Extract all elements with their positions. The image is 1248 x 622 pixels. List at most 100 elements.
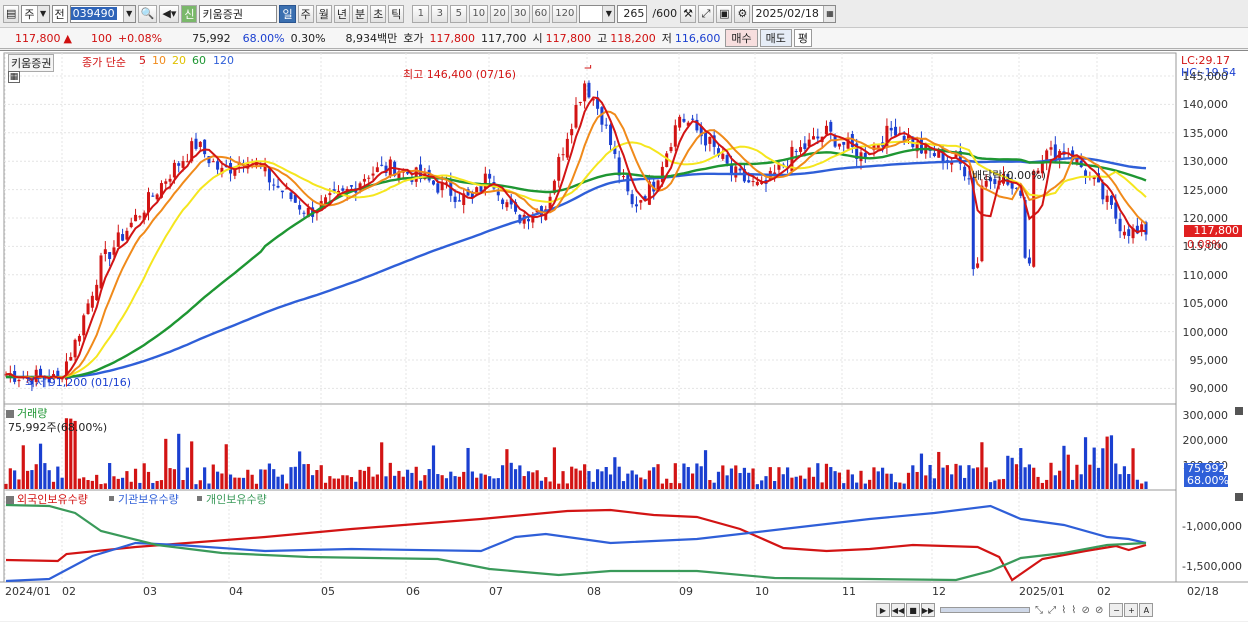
- grid-toggle-icon[interactable]: ▦: [8, 71, 20, 83]
- volume-bar: [146, 471, 151, 489]
- volume-bar: [233, 477, 237, 489]
- volume-bar: [902, 483, 906, 489]
- volume-bar: [678, 483, 682, 489]
- gear-icon[interactable]: ⚙: [734, 4, 751, 23]
- volume-bar: [963, 477, 967, 489]
- candle-body: [164, 181, 168, 184]
- interval-3[interactable]: 3: [431, 4, 449, 23]
- forward-icon[interactable]: ▶▶: [921, 603, 935, 617]
- tab-minute[interactable]: 분: [351, 4, 369, 23]
- speaker-icon[interactable]: ◀▾: [159, 4, 180, 23]
- volume-bar: [781, 474, 785, 489]
- holdings-panel-close-icon[interactable]: [1235, 493, 1243, 501]
- interval-combo[interactable]: ▼: [579, 4, 616, 23]
- market-combo-value: 주: [24, 7, 35, 21]
- interval-10[interactable]: 10: [469, 4, 489, 23]
- candle-body: [824, 125, 828, 135]
- market-combo[interactable]: 주 ▼: [21, 4, 50, 23]
- interval-60[interactable]: 60: [531, 4, 551, 23]
- price-axis-tick: 105,000: [1182, 297, 1229, 311]
- candle-body: [77, 335, 81, 342]
- tab-month[interactable]: 월: [315, 4, 332, 23]
- tab-week[interactable]: 주: [297, 4, 314, 23]
- candle-body: [527, 219, 530, 222]
- scroll-track[interactable]: [940, 607, 1030, 613]
- volume-bar: [470, 471, 474, 489]
- volume-bar: [1014, 464, 1019, 489]
- save-icon[interactable]: ▣: [716, 4, 733, 23]
- volume-bar: [198, 480, 202, 489]
- zoom-out-icon[interactable]: −: [1109, 603, 1124, 617]
- tools-icon[interactable]: ⚒: [680, 4, 697, 23]
- tab-year[interactable]: 년: [333, 4, 350, 23]
- volume-bar: [138, 482, 142, 489]
- prev-combo[interactable]: 전: [51, 4, 68, 23]
- volume-bar: [13, 470, 17, 489]
- zoom-in-icon[interactable]: +: [1124, 603, 1139, 617]
- volume-panel-icon[interactable]: [6, 410, 14, 418]
- price-axis-tick: 145,000: [1182, 70, 1229, 83]
- volume-bar: [388, 462, 392, 489]
- font-size-icon[interactable]: A: [1139, 603, 1154, 617]
- tab-second[interactable]: 초: [370, 4, 387, 23]
- volume-bar: [846, 469, 850, 489]
- crosshair-icon[interactable]: ⤢: [698, 4, 715, 23]
- volume-bar: [1058, 470, 1062, 489]
- individual-holdings-legend: 개인보유수량: [206, 493, 267, 506]
- drawing-tools-icon[interactable]: ⤡ ⤢ ⌇ ⌇ ⊘ ⊘: [1035, 605, 1104, 616]
- holdings-panel-icon[interactable]: [6, 496, 14, 504]
- interval-5[interactable]: 5: [450, 4, 468, 23]
- candle-body: [1032, 170, 1036, 267]
- stop-icon[interactable]: ■: [906, 603, 920, 617]
- volume-bar: [120, 477, 125, 489]
- candle-body: [272, 184, 276, 186]
- calendar-icon[interactable]: ▦: [823, 5, 836, 22]
- candle-body: [639, 200, 643, 203]
- tab-tick[interactable]: 틱: [388, 4, 405, 23]
- volume-panel-close-icon[interactable]: [1235, 407, 1243, 415]
- volume-bar: [1070, 479, 1075, 489]
- candle-body: [557, 157, 561, 181]
- sell-button[interactable]: 매도: [759, 29, 792, 47]
- volume-bar: [267, 463, 272, 489]
- candle-body: [812, 136, 815, 140]
- volume-bar: [310, 475, 315, 489]
- interval-1[interactable]: 1: [412, 4, 430, 23]
- search-icon[interactable]: 🔍: [137, 4, 158, 23]
- candle-body: [604, 124, 608, 126]
- interval-120[interactable]: 120: [552, 4, 578, 23]
- volume-bar: [673, 463, 677, 489]
- volume-bar: [665, 478, 669, 489]
- eval-button[interactable]: 평: [793, 29, 813, 47]
- chart-canvas[interactable]: [0, 51, 1248, 622]
- candle-body: [794, 151, 798, 153]
- stock-name-field[interactable]: 키움증권: [199, 4, 278, 23]
- volume-bar: [423, 475, 427, 489]
- candle-body: [583, 83, 587, 102]
- interval-30[interactable]: 30: [510, 4, 530, 23]
- volume-bar: [768, 467, 772, 489]
- count-input[interactable]: 265: [617, 4, 648, 23]
- candle-body: [436, 183, 440, 193]
- volume-bar: [17, 479, 21, 489]
- candle-body: [587, 82, 591, 98]
- volume-bar: [56, 466, 60, 489]
- date-input[interactable]: 2025/02/18 ▦: [752, 4, 837, 23]
- volume-bar: [816, 463, 820, 489]
- stock-code-input[interactable]: 039490 ▼: [69, 4, 136, 23]
- volume-bar: [872, 467, 876, 489]
- rewind-icon[interactable]: ◀◀: [891, 603, 905, 617]
- buy-button[interactable]: 매수: [725, 29, 758, 47]
- chart-area[interactable]: 키움증권 종가 단순 5 10 20 60 120 ▦ LC:29.17 HC:…: [0, 50, 1248, 621]
- volume-bar: [332, 478, 336, 489]
- volume-bar: [362, 470, 367, 489]
- volume-bar: [1088, 464, 1092, 489]
- tab-day[interactable]: 일: [279, 4, 296, 23]
- volume-bar: [574, 468, 578, 489]
- ma-10-line: [5, 110, 1147, 380]
- volume-bar: [112, 476, 116, 489]
- volume-bar: [513, 469, 518, 489]
- screen-menu-icon[interactable]: ▤: [3, 4, 20, 23]
- interval-20[interactable]: 20: [490, 4, 509, 23]
- scroll-right-icon[interactable]: ▶: [876, 603, 890, 617]
